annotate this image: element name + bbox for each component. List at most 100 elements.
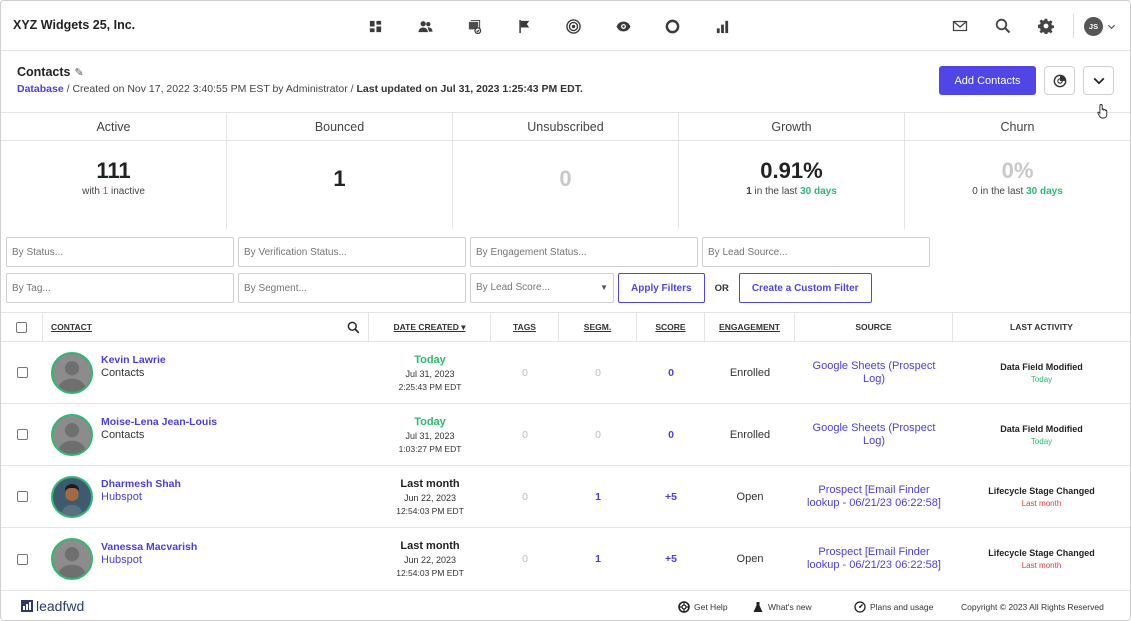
source-cell: Google Sheets (Prospect Log) <box>812 359 936 385</box>
people-icon[interactable] <box>401 14 451 38</box>
dashboard-icon[interactable] <box>351 14 401 38</box>
create-custom-filter-button[interactable]: Create a Custom Filter <box>738 273 872 303</box>
stat-unsubscribed[interactable]: Unsubscribed 0 <box>453 113 679 229</box>
engagement-filter[interactable] <box>470 237 698 267</box>
brand-name[interactable]: XYZ Widgets 25, Inc. <box>13 18 135 32</box>
tags-cell: 0 <box>522 428 528 441</box>
contact-org[interactable]: Hubspot <box>101 554 197 566</box>
avatar[interactable] <box>51 351 93 394</box>
search-icon[interactable] <box>347 321 360 334</box>
column-date-created[interactable]: DATE CREATED ▾ <box>369 313 491 341</box>
updated-text: Last updated on Jul 31, 2023 1:25:43 PM … <box>356 83 583 95</box>
pie-chart-icon <box>1053 74 1066 87</box>
table-row[interactable]: Moise-Lena Jean-Louis Contacts Today Jul 3… <box>1 404 1130 466</box>
expand-menu-button[interactable] <box>1083 66 1114 95</box>
contact-cell: Vanessa Macvarish Hubspot <box>43 528 369 590</box>
stat-growth[interactable]: Growth 0.91% 1 in the last 30 days <box>679 113 905 229</box>
segments-cell: 0 <box>595 366 601 379</box>
get-help-link[interactable]: Get Help <box>678 601 728 613</box>
score-cell: +5 <box>665 553 677 565</box>
table-header: CONTACT DATE CREATED ▾ TAGS SEGM. SCORE … <box>1 312 1130 342</box>
edit-pencil-icon[interactable]: ✎ <box>74 66 83 79</box>
add-contacts-button[interactable]: Add Contacts <box>939 66 1036 95</box>
date-cell: Today Jul 31, 2023 2:25:43 PM EDT <box>398 353 462 392</box>
database-icon[interactable] <box>450 14 500 38</box>
table-row[interactable]: Vanessa Macvarish Hubspot Last month Jun 2… <box>1 528 1130 590</box>
score-cell: 0 <box>668 366 674 379</box>
top-navigation: XYZ Widgets 25, Inc. JS <box>1 1 1130 51</box>
stat-subtext: 0 in the last 30 days <box>972 186 1063 197</box>
stat-label: Churn <box>905 113 1130 141</box>
table-row[interactable]: Dharmesh Shah Hubspot Last month Jun 22, 2… <box>1 466 1130 528</box>
activity-cell: Data Field Modified Today <box>1000 423 1083 446</box>
row-select-cell <box>1 528 43 590</box>
whats-new-link[interactable]: What's new <box>752 601 812 613</box>
plans-usage-link[interactable]: Plans and usage <box>854 601 933 613</box>
segments-cell: 1 <box>595 553 601 565</box>
column-engagement[interactable]: ENGAGEMENT <box>705 313 795 341</box>
contact-name[interactable]: Kevin Lawrie <box>101 354 166 366</box>
table-row[interactable]: Kevin Lawrie Contacts Today Jul 31, 2023 2:… <box>1 342 1130 404</box>
contact-name[interactable]: Moise-Lena Jean-Louis <box>101 416 217 428</box>
page-title-text: Contacts <box>17 65 71 79</box>
user-menu[interactable]: JS <box>1084 16 1116 36</box>
contact-name[interactable]: Vanessa Macvarish <box>101 541 197 553</box>
avatar[interactable] <box>51 538 93 580</box>
or-label: OR <box>714 282 729 294</box>
column-segments[interactable]: SEGM. <box>559 313 637 341</box>
contact-cell: Moise-Lena Jean-Louis Contacts <box>43 404 369 465</box>
stat-label: Growth <box>679 113 904 141</box>
gear-icon[interactable] <box>1024 13 1067 39</box>
row-checkbox[interactable] <box>16 553 28 565</box>
main-nav-icons <box>351 14 747 38</box>
tag-filter[interactable] <box>6 273 234 303</box>
row-checkbox[interactable] <box>16 491 28 502</box>
target-icon[interactable] <box>549 14 599 38</box>
select-all-checkbox[interactable] <box>16 321 27 333</box>
stat-subtext: 1 in the last 30 days <box>746 186 837 197</box>
stat-label: Unsubscribed <box>453 113 678 141</box>
verification-filter[interactable] <box>238 237 466 267</box>
stat-churn[interactable]: Churn 0% 0 in the last 30 days <box>905 113 1130 229</box>
column-score[interactable]: SCORE <box>637 313 705 341</box>
page-header: Contacts ✎ Database / Created on Nov 17,… <box>1 52 1130 113</box>
score-cell: +5 <box>665 490 677 503</box>
tags-cell: 0 <box>522 366 528 379</box>
row-checkbox[interactable] <box>16 367 28 378</box>
lead-score-select[interactable]: By Lead Score... ▼ <box>470 273 614 303</box>
bar-chart-icon[interactable] <box>698 14 748 38</box>
page-subtitle: Database / Created on Nov 17, 2022 3:40:… <box>17 83 583 95</box>
segment-filter[interactable] <box>238 273 466 303</box>
circle-icon[interactable] <box>648 14 698 38</box>
tags-cell: 0 <box>522 553 528 565</box>
lead-source-filter[interactable] <box>702 237 930 267</box>
flag-icon[interactable] <box>500 14 550 38</box>
column-tags[interactable]: TAGS <box>491 313 559 341</box>
avatar[interactable] <box>51 475 93 518</box>
stat-value: 0 <box>559 166 572 191</box>
row-checkbox[interactable] <box>16 429 28 440</box>
select-all-cell <box>1 313 43 341</box>
activity-cell: Lifecycle Stage Changed Last month <box>988 548 1095 570</box>
eye-icon[interactable] <box>599 14 649 38</box>
row-select-cell <box>1 342 43 403</box>
leadfwd-logo[interactable]: leadfwd <box>21 598 84 614</box>
apply-filters-button[interactable]: Apply Filters <box>618 273 705 303</box>
contact-name[interactable]: Dharmesh Shah <box>101 478 181 490</box>
search-icon[interactable] <box>981 13 1024 39</box>
segments-cell: 0 <box>595 428 601 441</box>
column-contact[interactable]: CONTACT <box>43 313 369 341</box>
contact-org[interactable]: Hubspot <box>101 491 181 503</box>
avatar[interactable] <box>51 413 93 456</box>
stat-active[interactable]: Active 111 with 1 inactive <box>1 113 227 229</box>
mail-icon[interactable] <box>938 13 981 39</box>
breadcrumb-database-link[interactable]: Database <box>17 83 64 95</box>
filter-panel: By Lead Score...▼ Apply Filters OR Creat… <box>6 237 930 309</box>
copyright: Copyright © 2023 All Rights Reserved <box>961 602 1104 612</box>
stat-bounced[interactable]: Bounced 1 <box>227 113 453 229</box>
analytics-button[interactable] <box>1044 66 1075 95</box>
activity-cell: Data Field Modified Today <box>1000 361 1083 384</box>
source-cell: Google Sheets (Prospect Log) <box>812 421 936 447</box>
stat-label: Active <box>1 113 226 141</box>
status-filter[interactable] <box>6 237 234 267</box>
